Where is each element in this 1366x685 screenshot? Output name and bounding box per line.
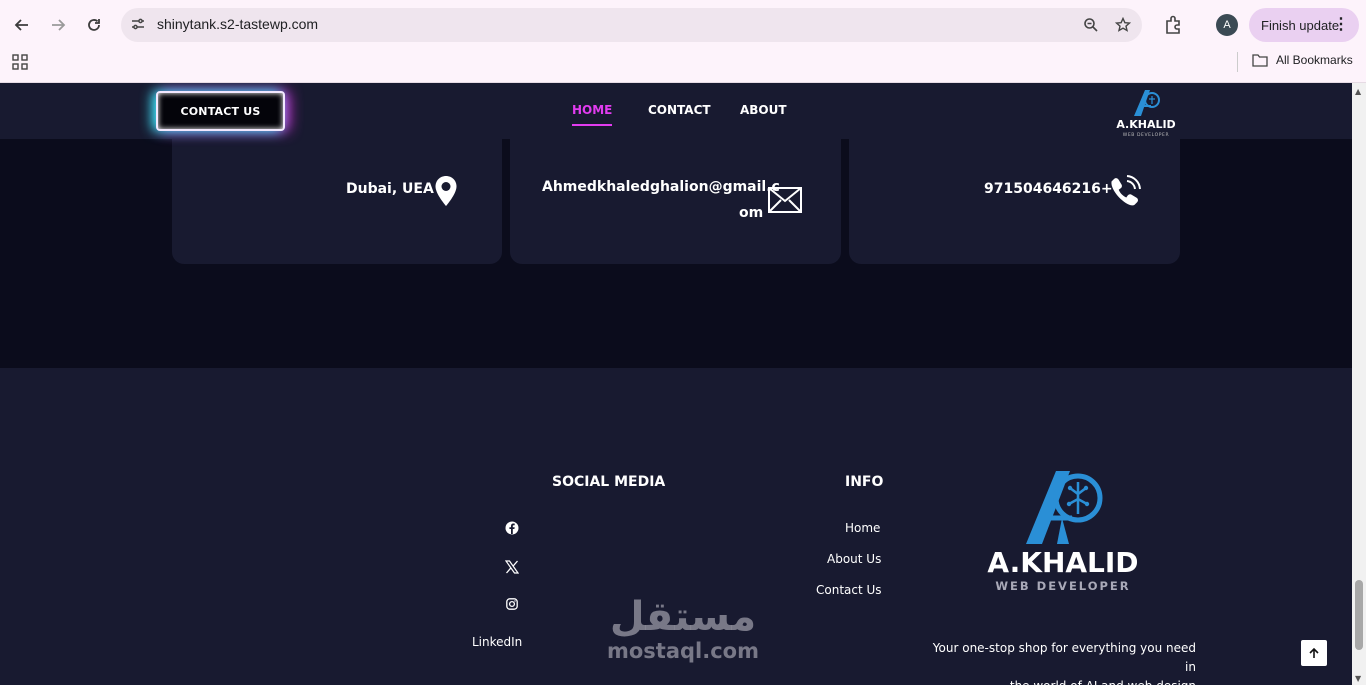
scroll-up-icon[interactable]: ▲ (1355, 87, 1361, 96)
profile-avatar[interactable]: A (1216, 14, 1238, 36)
reload-icon[interactable] (80, 11, 108, 39)
footer-logo: A.KHALID WEB DEVELOPER (987, 471, 1139, 593)
footer-logo-text: A.KHALID (987, 546, 1138, 579)
apps-grid-icon[interactable] (12, 54, 28, 70)
email-card: Ahmedkhaledghalion@gmail.c om (510, 139, 841, 264)
site-header: CONTACT US HOME CONTACT ABOUT A.KHALID W… (0, 83, 1352, 139)
tagline-line2: .the world of AI and web design (920, 677, 1196, 685)
folder-icon (1252, 54, 1268, 67)
page-scrollbar[interactable]: ▲ ▼ (1352, 83, 1366, 685)
footer-logo-subtext: WEB DEVELOPER (995, 579, 1130, 593)
location-text: Dubai, UEA (346, 181, 434, 197)
extensions-icon[interactable] (1163, 14, 1185, 36)
all-bookmarks-label: All Bookmarks (1276, 53, 1353, 67)
forward-icon[interactable] (44, 11, 72, 39)
tagline-line1: Your one-stop shop for everything you ne… (932, 641, 1196, 674)
social-media-title: SOCIAL MEDIA (552, 474, 666, 490)
watermark-arabic: مستقل (610, 594, 756, 640)
header-logo[interactable]: A.KHALID WEB DEVELOPER (1112, 86, 1180, 138)
finish-update-button[interactable]: Finish update ⋮ (1249, 8, 1359, 42)
browser-toolbar: shinytank.s2-tastewp.com A Finish update… (0, 0, 1366, 83)
watermark-latin: mostaql.com (607, 639, 759, 663)
scrollbar-thumb[interactable] (1355, 580, 1363, 650)
site-settings-icon[interactable] (130, 16, 146, 32)
site-footer: SOCIAL MEDIA LinkedIn INFO Home About Us… (0, 368, 1352, 685)
finish-update-label: Finish update (1261, 17, 1340, 33)
arrow-up-icon (1309, 647, 1319, 658)
nav-contact-link[interactable]: CONTACT (648, 103, 711, 117)
header-logo-subtext: WEB DEVELOPER (1123, 132, 1169, 138)
email-text-line2[interactable]: om (739, 205, 763, 221)
address-bar[interactable]: shinytank.s2-tastewp.com (121, 8, 1142, 42)
location-card: Dubai, UEA (172, 139, 502, 264)
back-icon[interactable] (8, 11, 36, 39)
instagram-icon[interactable] (506, 598, 518, 610)
footer-home-link[interactable]: Home (845, 521, 880, 535)
all-bookmarks-button[interactable]: All Bookmarks (1252, 53, 1353, 67)
bookmark-star-icon[interactable] (1114, 16, 1132, 34)
info-title: INFO (845, 474, 884, 490)
url-text[interactable]: shinytank.s2-tastewp.com (157, 16, 318, 32)
more-menu-icon[interactable]: ⋮ (1333, 17, 1349, 33)
phone-card: 971504646216+ (849, 139, 1180, 264)
bookmarks-divider (1237, 52, 1238, 72)
envelope-icon (768, 187, 802, 213)
web-page: Dubai, UEA Ahmedkhaledghalion@gmail.c om… (0, 83, 1352, 685)
footer-contact-link[interactable]: Contact Us (816, 583, 882, 597)
map-pin-icon (435, 176, 457, 206)
footer-about-link[interactable]: About Us (827, 552, 881, 566)
scroll-down-icon[interactable]: ▼ (1355, 674, 1361, 683)
header-logo-text: A.KHALID (1116, 118, 1175, 131)
x-twitter-icon[interactable] (505, 560, 519, 574)
phone-text[interactable]: 971504646216+ (984, 181, 1113, 197)
email-text-line1[interactable]: Ahmedkhaledghalion@gmail.c (542, 179, 780, 195)
zoom-icon[interactable] (1082, 16, 1100, 34)
phone-icon (1111, 175, 1141, 206)
mostaql-watermark: مستقل mostaql.com (607, 594, 759, 663)
footer-tagline: Your one-stop shop for everything you ne… (920, 639, 1196, 685)
nav-about-link[interactable]: ABOUT (740, 103, 787, 117)
facebook-icon[interactable] (505, 521, 519, 535)
contact-us-button[interactable]: CONTACT US (156, 91, 285, 131)
back-to-top-button[interactable] (1301, 640, 1327, 666)
linkedin-link[interactable]: LinkedIn (472, 635, 522, 649)
nav-home-link[interactable]: HOME (572, 103, 613, 126)
